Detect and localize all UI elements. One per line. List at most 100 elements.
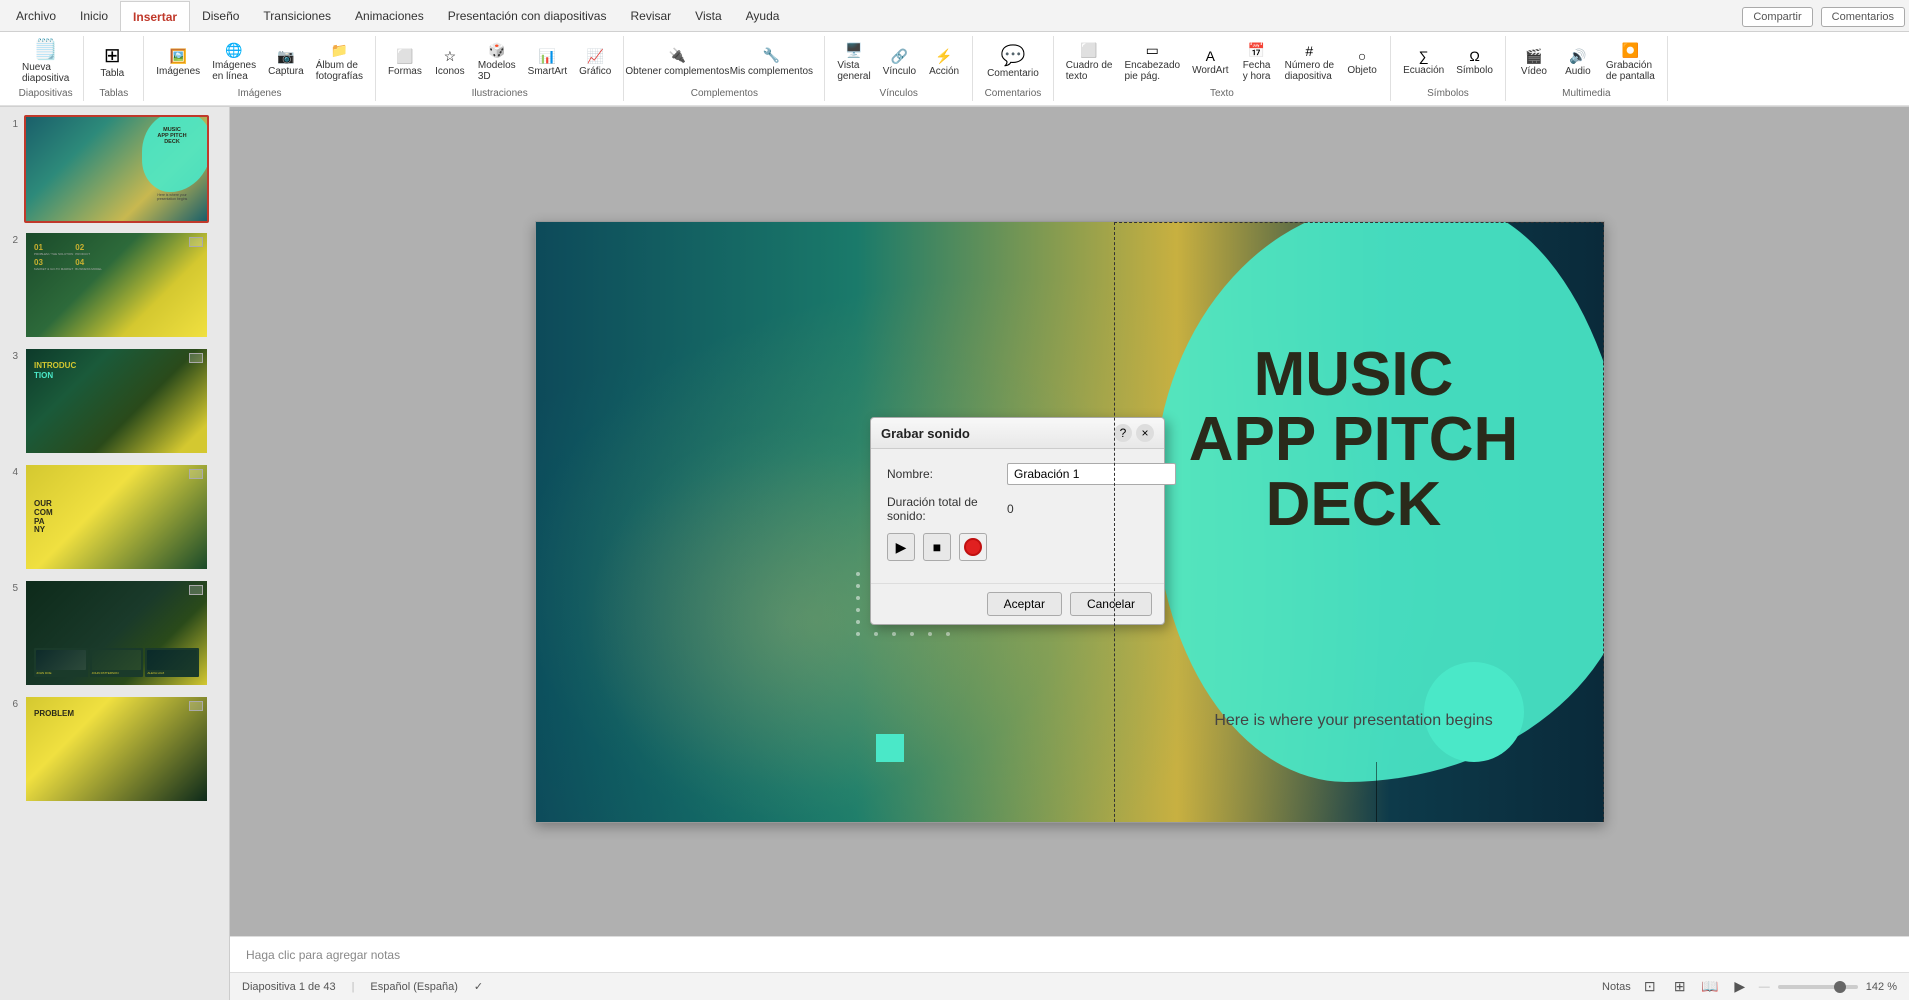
btn-simbolo[interactable]: Ω Símbolo bbox=[1452, 46, 1497, 78]
tab-animaciones[interactable]: Animaciones bbox=[343, 1, 436, 31]
canvas-area: MUSIC APP PITCH DECK Here is where your … bbox=[230, 107, 1909, 1000]
slide-subtitle[interactable]: Here is where your presentation begins bbox=[1164, 712, 1544, 730]
reading-view-button[interactable]: 📖 bbox=[1699, 976, 1721, 998]
tab-archivo[interactable]: Archivo bbox=[4, 1, 68, 31]
comments-button[interactable]: Comentarios bbox=[1821, 7, 1905, 27]
btn-vinculo[interactable]: 🔗 Vínculo bbox=[879, 46, 920, 79]
dialog-nombre-input[interactable] bbox=[1007, 463, 1176, 485]
slide-thumbnail-5[interactable]: JOHN DOE JOHN PATTERSON ALEXA LIUZ bbox=[24, 579, 209, 687]
slide-thumb-6[interactable]: 6 PROBLEM bbox=[4, 695, 225, 803]
thumb-2-numbers: 01PROBLEM / THE SOLUTION 02PRODUCT 03MAR… bbox=[34, 243, 115, 271]
group-label-texto: Texto bbox=[1062, 86, 1382, 99]
album-icon: 📁 bbox=[331, 42, 348, 59]
btn-audio[interactable]: 🔊 Audio bbox=[1558, 46, 1598, 79]
fecha-icon: 📅 bbox=[1248, 42, 1265, 59]
comentario-icon: 💬 bbox=[1000, 46, 1025, 66]
btn-iconos[interactable]: ☆ Iconos bbox=[430, 46, 470, 79]
btn-cuadro-texto[interactable]: ⬜ Cuadro detexto bbox=[1062, 40, 1117, 84]
btn-nueva-diapositiva[interactable]: 🗒️ Nuevadiapositiva bbox=[16, 38, 75, 86]
normal-view-button[interactable]: ⊡ bbox=[1639, 976, 1661, 998]
btn-imagenes[interactable]: 🖼️ Imágenes bbox=[152, 46, 204, 79]
btn-tabla[interactable]: ⊞ Tabla bbox=[92, 44, 132, 81]
dialog-help-button[interactable]: ? bbox=[1114, 424, 1132, 442]
btn-obtener-complementos[interactable]: 🔌 Obtener complementos bbox=[632, 45, 722, 79]
tab-inicio[interactable]: Inicio bbox=[68, 1, 120, 31]
slide-thumb-4[interactable]: 4 OURCOMPANY bbox=[4, 463, 225, 571]
dialog-close-button[interactable]: × bbox=[1136, 424, 1154, 442]
group-label-tablas: Tablas bbox=[92, 86, 135, 99]
status-bar: Diapositiva 1 de 43 | Español (España) ✓… bbox=[230, 972, 1909, 1000]
btn-ecuacion[interactable]: ∑ Ecuación bbox=[1399, 46, 1448, 78]
dialog-stop-button[interactable]: ■ bbox=[923, 533, 951, 561]
btn-accion[interactable]: ⚡ Acción bbox=[924, 46, 964, 79]
tab-transiciones[interactable]: Transiciones bbox=[251, 1, 343, 31]
btn-encabezado[interactable]: ▭ Encabezadopie pág. bbox=[1120, 40, 1184, 84]
slide-thumb-5[interactable]: 5 JOHN DOE JOHN PATTERSON bbox=[4, 579, 225, 687]
tab-revisar[interactable]: Revisar bbox=[618, 1, 683, 31]
btn-fecha[interactable]: 📅 Fechay hora bbox=[1237, 40, 1277, 84]
slide-num-3: 3 bbox=[4, 351, 18, 362]
modelos3d-icon: 🎲 bbox=[488, 42, 505, 59]
ribbon-content: 🗒️ Nuevadiapositiva Diapositivas ⊞ Tabla… bbox=[0, 32, 1909, 106]
btn-objeto[interactable]: ○ Objeto bbox=[1342, 46, 1382, 78]
btn-grabacion-pantalla[interactable]: ⏺️ Grabaciónde pantalla bbox=[1602, 40, 1659, 84]
dialog-titlebar-controls: ? × bbox=[1114, 424, 1154, 442]
grafico-icon: 📈 bbox=[587, 48, 604, 65]
btn-captura[interactable]: 📷 Captura bbox=[264, 46, 308, 79]
tab-insertar[interactable]: Insertar bbox=[120, 1, 190, 31]
btn-vista-general[interactable]: 🖥️ Vistageneral bbox=[833, 40, 874, 84]
smartart-icon: 📊 bbox=[539, 48, 556, 65]
tab-vista[interactable]: Vista bbox=[683, 1, 733, 31]
slide-thumbnail-1[interactable]: MUSICAPP PITCHDECK Here is where yourpre… bbox=[24, 115, 209, 223]
btn-grafico[interactable]: 📈 Gráfico bbox=[575, 46, 615, 79]
group-label-multimedia: Multimedia bbox=[1514, 86, 1659, 99]
btn-mis-complementos[interactable]: 🔧 Mis complementos bbox=[726, 45, 816, 79]
dialog-record-button[interactable] bbox=[959, 533, 987, 561]
btn-video[interactable]: 🎬 Vídeo bbox=[1514, 46, 1554, 79]
ribbon-group-vinculos: 🖥️ Vistageneral 🔗 Vínculo ⚡ Acción Víncu… bbox=[825, 36, 973, 101]
grabar-sonido-dialog: Grabar sonido ? × Nombre: Duración total… bbox=[870, 417, 1165, 625]
slide-thumbnail-3[interactable]: INTRODUC TION bbox=[24, 347, 209, 455]
vista-general-icon: 🖥️ bbox=[845, 42, 862, 59]
slide-num-1: 1 bbox=[4, 119, 18, 130]
complementos-icon: 🔌 bbox=[669, 47, 686, 64]
group-label-diapositivas: Diapositivas bbox=[16, 86, 75, 99]
slide-thumb-1[interactable]: 1 MUSICAPP PITCHDECK Here is where yourp… bbox=[4, 115, 225, 223]
formas-icon: ⬜ bbox=[396, 48, 413, 65]
captura-icon: 📷 bbox=[277, 48, 294, 65]
btn-numero-diapositiva[interactable]: # Número dediapositiva bbox=[1281, 41, 1338, 84]
btn-formas[interactable]: ⬜ Formas bbox=[384, 46, 426, 79]
btn-imagenes-linea[interactable]: 🌐 Imágenesen línea bbox=[208, 40, 260, 84]
slide-title[interactable]: MUSIC APP PITCH DECK bbox=[1164, 342, 1544, 537]
btn-album[interactable]: 📁 Álbum defotografías bbox=[312, 40, 367, 84]
dialog-cancelar-button[interactable]: Cancelar bbox=[1070, 592, 1152, 616]
status-right: Notas ⊡ ⊞ 📖 ▶ — 142 % bbox=[1602, 976, 1897, 998]
tab-diseno[interactable]: Diseño bbox=[190, 1, 251, 31]
dialog-play-button[interactable]: ▶ bbox=[887, 533, 915, 561]
slide-num-2: 2 bbox=[4, 235, 18, 246]
slide-canvas[interactable]: MUSIC APP PITCH DECK Here is where your … bbox=[230, 107, 1909, 936]
btn-smartart[interactable]: 📊 SmartArt bbox=[524, 46, 571, 79]
tab-ayuda[interactable]: Ayuda bbox=[734, 1, 792, 31]
share-button[interactable]: Compartir bbox=[1742, 7, 1812, 27]
btn-comentario[interactable]: 💬 Comentario bbox=[981, 44, 1045, 81]
presentation-button[interactable]: ▶ bbox=[1729, 976, 1751, 998]
notes-toggle[interactable]: Notas bbox=[1602, 981, 1631, 993]
slide-thumb-2[interactable]: 2 01PROBLEM / THE SOLUTION 02PRODUCT 03M… bbox=[4, 231, 225, 339]
tab-presentacion[interactable]: Presentación con diapositivas bbox=[436, 1, 619, 31]
notes-bar[interactable]: Haga clic para agregar notas bbox=[230, 936, 1909, 972]
notes-placeholder: Haga clic para agregar notas bbox=[246, 948, 400, 962]
zoom-slider[interactable] bbox=[1778, 985, 1858, 989]
slide-thumbnail-6[interactable]: PROBLEM bbox=[24, 695, 209, 803]
slide-thumbnail-2[interactable]: 01PROBLEM / THE SOLUTION 02PRODUCT 03MAR… bbox=[24, 231, 209, 339]
btn-wordart[interactable]: A WordArt bbox=[1188, 46, 1233, 78]
dialog-aceptar-button[interactable]: Aceptar bbox=[987, 592, 1062, 616]
audio-icon: 🔊 bbox=[1569, 48, 1586, 65]
slide-thumb-3[interactable]: 3 INTRODUC TION bbox=[4, 347, 225, 455]
slide-thumbnail-4[interactable]: OURCOMPANY bbox=[24, 463, 209, 571]
ecuacion-icon: ∑ bbox=[1419, 48, 1429, 64]
thumb-1-title: MUSICAPP PITCHDECK bbox=[142, 127, 202, 145]
ribbon-tabs: Archivo Inicio Insertar Diseño Transicio… bbox=[0, 0, 1909, 32]
btn-modelos3d[interactable]: 🎲 Modelos3D bbox=[474, 40, 520, 84]
slide-sorter-button[interactable]: ⊞ bbox=[1669, 976, 1691, 998]
